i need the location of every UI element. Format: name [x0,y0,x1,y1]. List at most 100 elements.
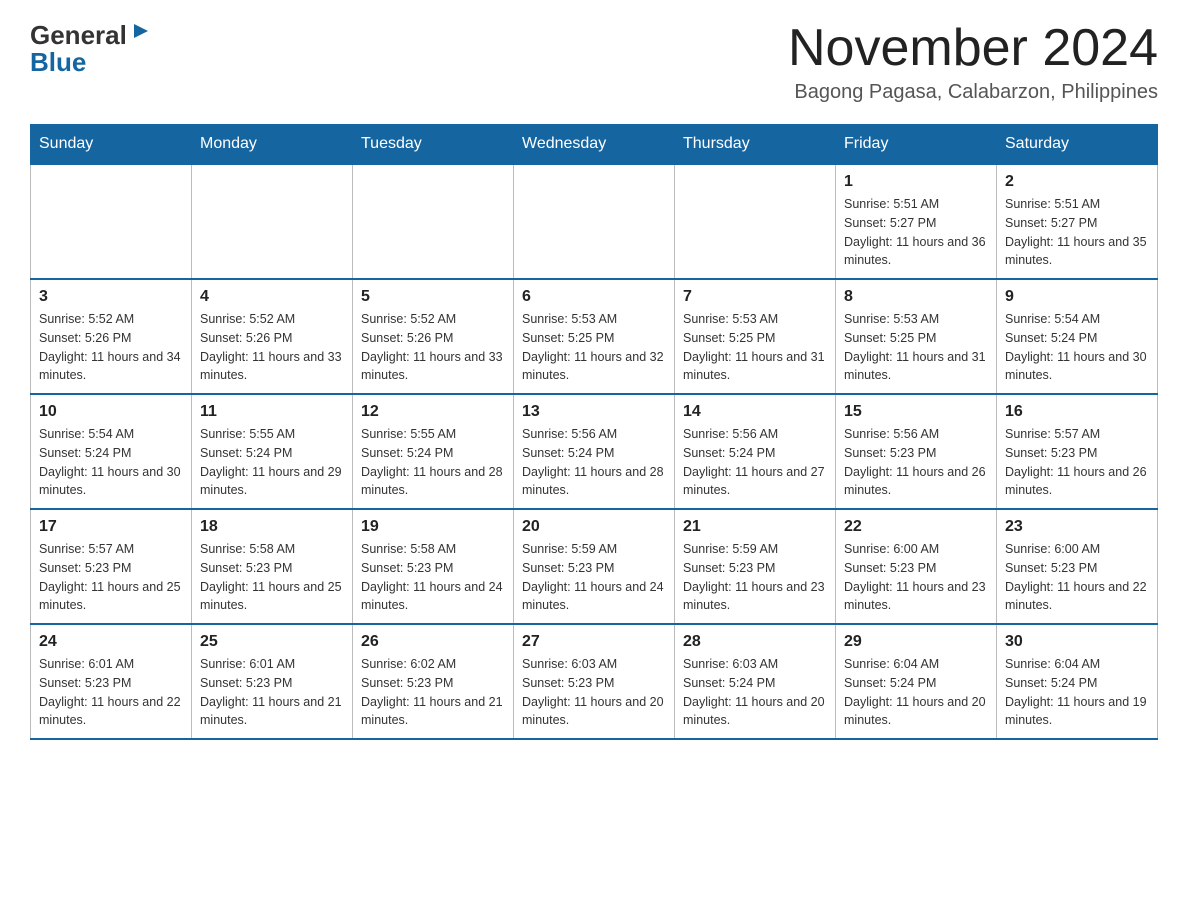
day-number: 20 [522,518,666,536]
calendar-header-row: SundayMondayTuesdayWednesdayThursdayFrid… [31,125,1158,165]
location: Bagong Pagasa, Calabarzon, Philippines [788,81,1158,104]
weekday-header-monday: Monday [192,125,353,165]
day-info: Sunrise: 5:55 AMSunset: 5:24 PMDaylight:… [361,425,505,500]
weekday-header-wednesday: Wednesday [514,125,675,165]
day-number: 4 [200,288,344,306]
calendar: SundayMondayTuesdayWednesdayThursdayFrid… [30,124,1158,740]
calendar-cell: 22Sunrise: 6:00 AMSunset: 5:23 PMDayligh… [836,509,997,624]
day-number: 24 [39,633,183,651]
weekday-header-sunday: Sunday [31,125,192,165]
day-number: 6 [522,288,666,306]
calendar-cell: 20 Sunrise: 5:59 AMSunset: 5:23 PMDayligh… [514,509,675,624]
calendar-cell: 25Sunrise: 6:01 AMSunset: 5:23 PMDayligh… [192,624,353,739]
calendar-cell: 5Sunrise: 5:52 AMSunset: 5:26 PMDaylight… [353,279,514,394]
day-info: Sunrise: 5:56 AMSunset: 5:23 PMDaylight:… [844,425,988,500]
day-number: 19 [361,518,505,536]
page-header: General Blue November 2024 Bagong Pagasa… [30,20,1158,104]
weekday-header-thursday: Thursday [675,125,836,165]
day-number: 10 [39,403,183,421]
calendar-cell: 11 Sunrise: 5:55 AMSunset: 5:24 PMDayligh… [192,394,353,509]
day-info: Sunrise: 5:52 AMSunset: 5:26 PMDaylight:… [361,310,505,385]
calendar-cell: 28 Sunrise: 6:03 AMSunset: 5:24 PMDayligh… [675,624,836,739]
calendar-cell: 6 Sunrise: 5:53 AMSunset: 5:25 PMDaylight… [514,279,675,394]
calendar-cell: 26 Sunrise: 6:02 AMSunset: 5:23 PMDayligh… [353,624,514,739]
day-number: 25 [200,633,344,651]
day-info: Sunrise: 5:53 AMSunset: 5:25 PMDaylight:… [683,310,827,385]
calendar-cell: 27 Sunrise: 6:03 AMSunset: 5:23 PMDayligh… [514,624,675,739]
day-info: Sunrise: 5:52 AMSunset: 5:26 PMDaylight:… [39,310,183,385]
day-info: Sunrise: 5:53 AMSunset: 5:25 PMDaylight:… [522,310,666,385]
day-number: 29 [844,633,988,651]
calendar-cell [514,164,675,279]
day-info: Sunrise: 5:51 AMSunset: 5:27 PMDaylight:… [844,195,988,270]
calendar-cell: 21 Sunrise: 5:59 AMSunset: 5:23 PMDayligh… [675,509,836,624]
calendar-cell: 8 Sunrise: 5:53 AMSunset: 5:25 PMDaylight… [836,279,997,394]
day-number: 3 [39,288,183,306]
calendar-cell: 18Sunrise: 5:58 AMSunset: 5:23 PMDayligh… [192,509,353,624]
weekday-header-saturday: Saturday [997,125,1158,165]
day-info: Sunrise: 6:01 AMSunset: 5:23 PMDaylight:… [39,655,183,730]
calendar-week-row: 10Sunrise: 5:54 AMSunset: 5:24 PMDayligh… [31,394,1158,509]
day-number: 14 [683,403,827,421]
day-number: 18 [200,518,344,536]
day-number: 13 [522,403,666,421]
day-info: Sunrise: 5:58 AMSunset: 5:23 PMDaylight:… [361,540,505,615]
calendar-cell: 14 Sunrise: 5:56 AMSunset: 5:24 PMDayligh… [675,394,836,509]
day-number: 30 [1005,633,1149,651]
day-info: Sunrise: 5:56 AMSunset: 5:24 PMDaylight:… [683,425,827,500]
day-info: Sunrise: 6:03 AMSunset: 5:24 PMDaylight:… [683,655,827,730]
calendar-week-row: 24 Sunrise: 6:01 AMSunset: 5:23 PMDayligh… [31,624,1158,739]
day-info: Sunrise: 6:03 AMSunset: 5:23 PMDaylight:… [522,655,666,730]
day-info: Sunrise: 5:57 AMSunset: 5:23 PMDaylight:… [39,540,183,615]
calendar-cell: 12 Sunrise: 5:55 AMSunset: 5:24 PMDayligh… [353,394,514,509]
day-number: 2 [1005,173,1149,191]
calendar-week-row: 1Sunrise: 5:51 AMSunset: 5:27 PMDaylight… [31,164,1158,279]
day-info: Sunrise: 6:02 AMSunset: 5:23 PMDaylight:… [361,655,505,730]
day-number: 26 [361,633,505,651]
logo: General Blue [30,20,152,75]
calendar-cell: 2Sunrise: 5:51 AMSunset: 5:27 PMDaylight… [997,164,1158,279]
logo-general-text: General [30,22,127,48]
day-info: Sunrise: 6:00 AMSunset: 5:23 PMDaylight:… [1005,540,1149,615]
calendar-cell: 30 Sunrise: 6:04 AMSunset: 5:24 PMDayligh… [997,624,1158,739]
day-number: 12 [361,403,505,421]
calendar-cell: 3 Sunrise: 5:52 AMSunset: 5:26 PMDaylight… [31,279,192,394]
calendar-cell: 15 Sunrise: 5:56 AMSunset: 5:23 PMDayligh… [836,394,997,509]
calendar-cell: 29Sunrise: 6:04 AMSunset: 5:24 PMDayligh… [836,624,997,739]
day-number: 28 [683,633,827,651]
day-number: 9 [1005,288,1149,306]
calendar-week-row: 3 Sunrise: 5:52 AMSunset: 5:26 PMDaylight… [31,279,1158,394]
day-number: 27 [522,633,666,651]
calendar-cell: 13 Sunrise: 5:56 AMSunset: 5:24 PMDayligh… [514,394,675,509]
calendar-cell: 19 Sunrise: 5:58 AMSunset: 5:23 PMDayligh… [353,509,514,624]
calendar-cell: 1Sunrise: 5:51 AMSunset: 5:27 PMDaylight… [836,164,997,279]
day-info: Sunrise: 5:57 AMSunset: 5:23 PMDaylight:… [1005,425,1149,500]
day-number: 17 [39,518,183,536]
day-number: 8 [844,288,988,306]
day-info: Sunrise: 5:56 AMSunset: 5:24 PMDaylight:… [522,425,666,500]
day-number: 16 [1005,403,1149,421]
day-number: 23 [1005,518,1149,536]
calendar-cell: 17 Sunrise: 5:57 AMSunset: 5:23 PMDayligh… [31,509,192,624]
day-info: Sunrise: 5:54 AMSunset: 5:24 PMDaylight:… [1005,310,1149,385]
title-section: November 2024 Bagong Pagasa, Calabarzon,… [788,20,1158,104]
day-info: Sunrise: 5:52 AMSunset: 5:26 PMDaylight:… [200,310,344,385]
day-number: 15 [844,403,988,421]
calendar-cell: 9 Sunrise: 5:54 AMSunset: 5:24 PMDaylight… [997,279,1158,394]
day-info: Sunrise: 5:59 AMSunset: 5:23 PMDaylight:… [522,540,666,615]
day-info: Sunrise: 5:53 AMSunset: 5:25 PMDaylight:… [844,310,988,385]
day-info: Sunrise: 5:59 AMSunset: 5:23 PMDaylight:… [683,540,827,615]
calendar-cell: 16 Sunrise: 5:57 AMSunset: 5:23 PMDayligh… [997,394,1158,509]
weekday-header-tuesday: Tuesday [353,125,514,165]
calendar-cell: 4 Sunrise: 5:52 AMSunset: 5:26 PMDaylight… [192,279,353,394]
day-info: Sunrise: 6:04 AMSunset: 5:24 PMDaylight:… [1005,655,1149,730]
day-number: 7 [683,288,827,306]
logo-triangle-icon [130,20,152,42]
calendar-cell [192,164,353,279]
day-number: 11 [200,403,344,421]
calendar-cell: 7 Sunrise: 5:53 AMSunset: 5:25 PMDaylight… [675,279,836,394]
logo-blue-text: Blue [30,49,86,75]
day-number: 21 [683,518,827,536]
day-info: Sunrise: 5:55 AMSunset: 5:24 PMDaylight:… [200,425,344,500]
calendar-cell [675,164,836,279]
